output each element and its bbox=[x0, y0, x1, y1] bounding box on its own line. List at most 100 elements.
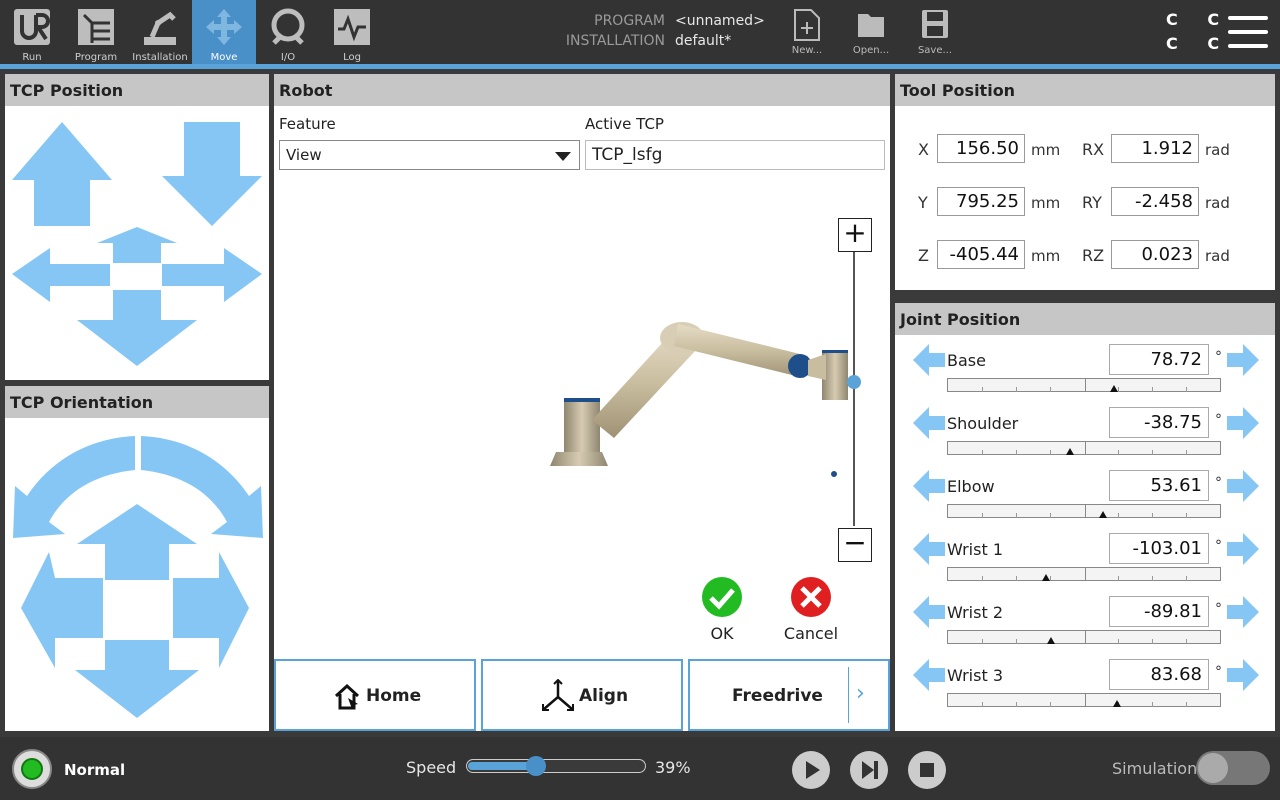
chevron-right-icon[interactable]: › bbox=[856, 681, 865, 706]
joint-row: Wrist 2 -89.81 ° bbox=[895, 595, 1275, 658]
joint-increase-arrow-icon[interactable] bbox=[1225, 406, 1261, 440]
stop-icon[interactable] bbox=[907, 750, 947, 790]
slider-tick bbox=[982, 576, 983, 581]
joint-increase-arrow-icon[interactable] bbox=[1225, 658, 1261, 692]
tcp-up-arrow-icon[interactable] bbox=[12, 122, 112, 226]
step-icon[interactable] bbox=[849, 750, 889, 790]
top-bar-accent-line bbox=[0, 64, 1280, 69]
joint-slider-marker[interactable] bbox=[1113, 700, 1121, 707]
installation-label: INSTALLATION bbox=[565, 33, 665, 49]
play-icon[interactable] bbox=[791, 750, 831, 790]
joint-value-field[interactable]: -103.01 bbox=[1109, 533, 1209, 564]
joint-slider[interactable] bbox=[947, 630, 1221, 644]
tilt-right-arrow-icon[interactable] bbox=[173, 552, 249, 668]
open-button-label: Open... bbox=[852, 45, 890, 56]
joint-slider[interactable] bbox=[947, 693, 1221, 707]
joint-slider[interactable] bbox=[947, 378, 1221, 392]
nav-io[interactable]: I/O bbox=[256, 0, 320, 64]
freedrive-button[interactable]: Freedrive › bbox=[688, 659, 890, 731]
simulation-toggle[interactable] bbox=[1196, 751, 1270, 785]
rz-field[interactable]: 0.023 bbox=[1111, 240, 1199, 269]
save-button[interactable]: Save... bbox=[903, 0, 967, 64]
joint-increase-arrow-icon[interactable] bbox=[1225, 532, 1261, 566]
joint-value-field[interactable]: 53.61 bbox=[1109, 470, 1209, 501]
tcp-orientation-arrows bbox=[13, 436, 263, 718]
joint-row: Elbow 53.61 ° bbox=[895, 469, 1275, 532]
joint-increase-arrow-icon[interactable] bbox=[1225, 343, 1261, 377]
feature-select[interactable]: View bbox=[279, 140, 580, 170]
x-field[interactable]: 156.50 bbox=[937, 134, 1025, 163]
y-field[interactable]: 795.25 bbox=[937, 187, 1025, 216]
tcp-forward-arrow-icon[interactable] bbox=[97, 227, 177, 263]
speed-slider-knob[interactable] bbox=[526, 756, 546, 776]
joint-slider[interactable] bbox=[947, 567, 1221, 581]
slider-tick bbox=[982, 702, 983, 707]
hamburger-menu-icon[interactable] bbox=[1228, 14, 1268, 50]
freedrive-label: Freedrive bbox=[732, 686, 823, 706]
align-button[interactable]: Align bbox=[481, 659, 683, 731]
cc-indicator-row2: C C bbox=[1166, 34, 1232, 53]
joint-slider-marker[interactable] bbox=[1099, 511, 1107, 518]
ry-label: RY bbox=[1082, 193, 1102, 212]
joint-increase-arrow-icon[interactable] bbox=[1225, 469, 1261, 503]
tcp-backward-arrow-icon[interactable] bbox=[77, 290, 197, 366]
tcp-position-arrows bbox=[12, 122, 262, 366]
home-button[interactable]: Home bbox=[274, 659, 476, 731]
joint-decrease-arrow-icon[interactable] bbox=[911, 406, 947, 440]
y-unit: mm bbox=[1031, 194, 1061, 212]
joint-slider[interactable] bbox=[947, 441, 1221, 455]
zoom-in-button[interactable]: + bbox=[838, 218, 872, 252]
joint-decrease-arrow-icon[interactable] bbox=[911, 595, 947, 629]
tcp-right-arrow-icon[interactable] bbox=[162, 248, 262, 302]
tilt-left-arrow-icon[interactable] bbox=[21, 552, 103, 668]
active-tcp-field[interactable]: TCP_lsfg bbox=[585, 140, 885, 170]
tilt-down-arrow-icon[interactable] bbox=[75, 640, 199, 718]
joint-value-field[interactable]: 78.72 bbox=[1109, 344, 1209, 375]
slider-tick bbox=[1016, 702, 1017, 707]
ry-field[interactable]: -2.458 bbox=[1111, 187, 1199, 216]
z-field[interactable]: -405.44 bbox=[937, 240, 1025, 269]
slider-center-tick bbox=[1085, 505, 1086, 517]
tilt-up-arrow-icon[interactable] bbox=[77, 504, 197, 580]
tcp-down-arrow-icon[interactable] bbox=[162, 122, 262, 226]
save-button-label: Save... bbox=[917, 45, 953, 56]
robot-3d-view[interactable] bbox=[274, 174, 890, 614]
speed-label: Speed bbox=[406, 758, 457, 777]
joint-slider-marker[interactable] bbox=[1066, 448, 1074, 455]
joint-decrease-arrow-icon[interactable] bbox=[911, 532, 947, 566]
chevron-down-icon bbox=[555, 152, 571, 161]
open-button[interactable]: Open... bbox=[839, 0, 903, 64]
slider-tick bbox=[1050, 513, 1051, 518]
joint-decrease-arrow-icon[interactable] bbox=[911, 343, 947, 377]
nav-program[interactable]: Program bbox=[64, 0, 128, 64]
joint-decrease-arrow-icon[interactable] bbox=[911, 658, 947, 692]
new-file-icon bbox=[794, 9, 820, 41]
new-button[interactable]: New... bbox=[775, 0, 839, 64]
joint-slider[interactable] bbox=[947, 504, 1221, 518]
bottom-bar: Normal Speed 39% Simulation bbox=[0, 737, 1280, 800]
rx-field[interactable]: 1.912 bbox=[1111, 134, 1199, 163]
status-indicator[interactable] bbox=[12, 749, 52, 789]
joint-slider-marker[interactable] bbox=[1042, 574, 1050, 581]
speed-slider[interactable] bbox=[466, 756, 646, 776]
nav-label: Move bbox=[210, 52, 238, 63]
joint-value-field[interactable]: -89.81 bbox=[1109, 596, 1209, 627]
slider-tick bbox=[1186, 576, 1187, 581]
joint-value-field[interactable]: 83.68 bbox=[1109, 659, 1209, 690]
slider-tick bbox=[1152, 639, 1153, 644]
cancel-button[interactable]: Cancel bbox=[776, 576, 846, 646]
nav-label: I/O bbox=[280, 52, 296, 63]
tcp-left-arrow-icon[interactable] bbox=[12, 248, 110, 302]
joint-increase-arrow-icon[interactable] bbox=[1225, 595, 1261, 629]
nav-log[interactable]: Log bbox=[320, 0, 384, 64]
joint-value-field[interactable]: -38.75 bbox=[1109, 407, 1209, 438]
zoom-out-button[interactable]: − bbox=[838, 528, 872, 562]
joint-slider-marker[interactable] bbox=[1047, 637, 1055, 644]
joint-decrease-arrow-icon[interactable] bbox=[911, 469, 947, 503]
slider-tick bbox=[982, 639, 983, 644]
joint-slider-marker[interactable] bbox=[1110, 385, 1118, 392]
ok-button[interactable]: OK bbox=[698, 576, 746, 646]
nav-move[interactable]: Move bbox=[192, 0, 256, 64]
nav-installation[interactable]: Installation bbox=[128, 0, 192, 64]
nav-run[interactable]: Run bbox=[0, 0, 64, 64]
